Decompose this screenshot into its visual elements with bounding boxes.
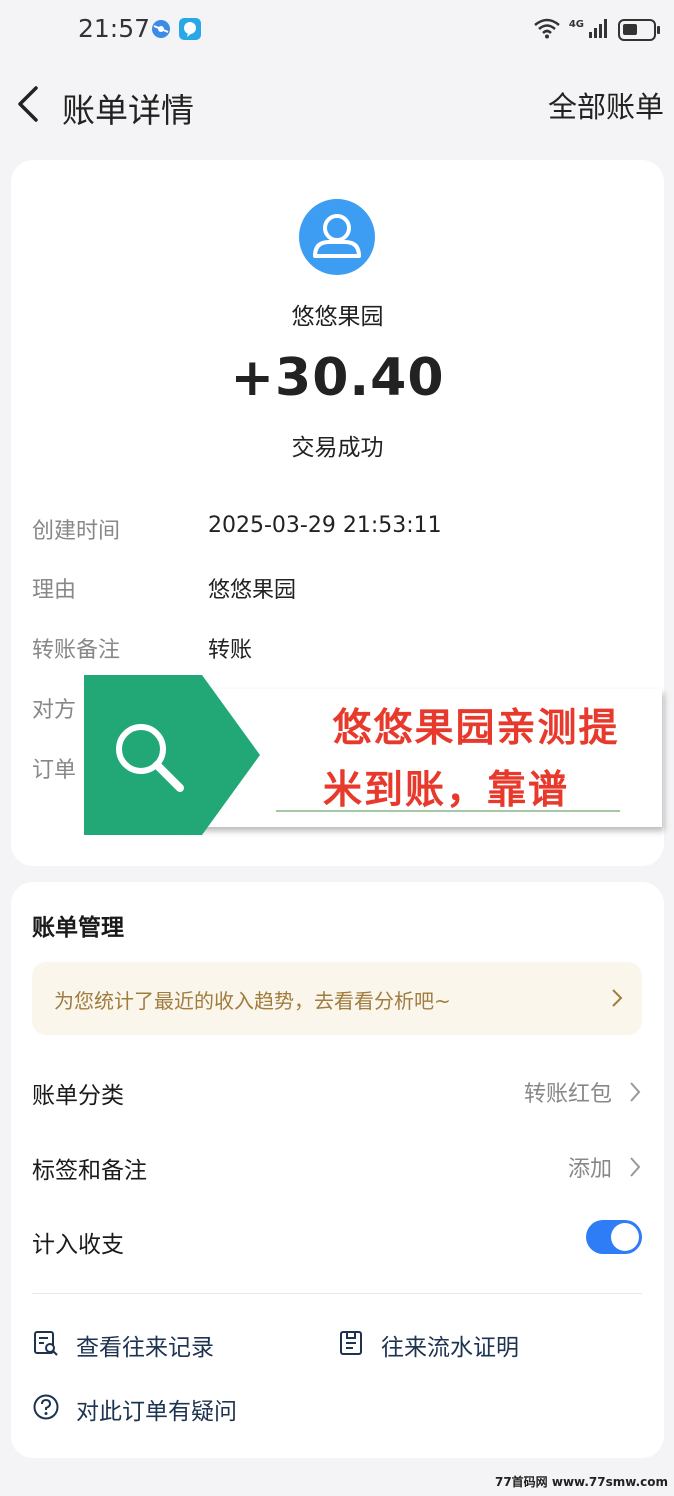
overlay-line-1: 悠悠果园亲测提: [332, 706, 620, 751]
section-title: 账单管理: [32, 915, 124, 941]
question-icon: [33, 1394, 59, 1420]
network-label: 4G: [568, 18, 584, 30]
status-time: 21:57: [78, 14, 151, 43]
avatar: [299, 199, 375, 275]
page-title: 账单详情: [62, 91, 194, 130]
transaction-proof-link[interactable]: 往来流水证明: [337, 1324, 597, 1364]
transaction-status: 交易成功: [291, 435, 384, 461]
bill-category-row[interactable]: 账单分类 转账红包: [32, 1068, 642, 1114]
chevron-right-icon: [630, 1157, 641, 1177]
merchant-name: 悠悠果园: [291, 304, 384, 330]
back-button[interactable]: [8, 82, 48, 126]
wifi-icon: [533, 17, 561, 43]
record-search-icon: [34, 1331, 58, 1356]
income-trend-banner[interactable]: 为您统计了最近的收入趋势，去看看分析吧~: [32, 962, 642, 1035]
detail-label: 订单: [32, 758, 77, 783]
document-icon: [340, 1331, 362, 1355]
promo-text: 为您统计了最近的收入趋势，去看看分析吧~: [54, 989, 451, 1013]
detail-label: 理由: [32, 578, 77, 603]
battery-icon: [618, 19, 660, 41]
detail-label: 对方: [32, 698, 77, 723]
chevron-right-icon: [630, 1082, 641, 1102]
detail-value: 转账: [208, 638, 253, 663]
include-in-budget-row: 计入收支: [32, 1217, 642, 1263]
status-bar: 21:57 4G: [0, 0, 674, 60]
user-icon: [313, 214, 361, 258]
detail-label: 创建时间: [32, 519, 121, 544]
action-label: 查看往来记录: [76, 1335, 214, 1361]
setting-value: 添加: [567, 1157, 612, 1182]
back-arrow-icon: [18, 86, 38, 122]
chevron-right-icon: [612, 989, 623, 1007]
status-right-icons: 4G: [533, 16, 660, 44]
setting-label: 账单分类: [32, 1083, 124, 1109]
order-question-link[interactable]: 对此订单有疑问: [32, 1388, 332, 1428]
transaction-amount: +30.40: [230, 348, 445, 408]
action-label: 对此订单有疑问: [76, 1399, 237, 1425]
site-watermark: 77首码网 www.77smw.com: [494, 1475, 668, 1489]
view-history-link[interactable]: 查看往来记录: [32, 1324, 292, 1364]
divider: [32, 1293, 642, 1294]
setting-value: 转账红包: [523, 1082, 612, 1107]
tags-remarks-row[interactable]: 标签和备注 添加: [32, 1143, 642, 1189]
bill-management-card: 账单管理 为您统计了最近的收入趋势，去看看分析吧~ 账单分类 转账红包 标签和备…: [11, 882, 664, 1458]
detail-value: 2025-03-29 21:53:11: [208, 513, 442, 538]
signal-icon: [588, 17, 610, 43]
overlay-line-2: 米到账，靠谱: [322, 768, 569, 813]
overlay-underline: [276, 810, 620, 812]
toggle-knob: [611, 1223, 639, 1251]
browser-icon: [150, 18, 172, 40]
detail-value: 悠悠果园: [208, 578, 297, 603]
action-label: 往来流水证明: [381, 1335, 519, 1361]
detail-label: 转账备注: [32, 638, 121, 663]
overlay-banner: 悠悠果园亲测提 米到账，靠谱: [80, 673, 662, 837]
setting-label: 标签和备注: [32, 1158, 147, 1184]
setting-label: 计入收支: [32, 1232, 124, 1258]
include-toggle[interactable]: [586, 1220, 642, 1254]
all-bills-link[interactable]: 全部账单: [548, 84, 664, 126]
chat-app-icon: [179, 18, 201, 40]
nav-bar: 账单详情 全部账单: [0, 72, 674, 136]
